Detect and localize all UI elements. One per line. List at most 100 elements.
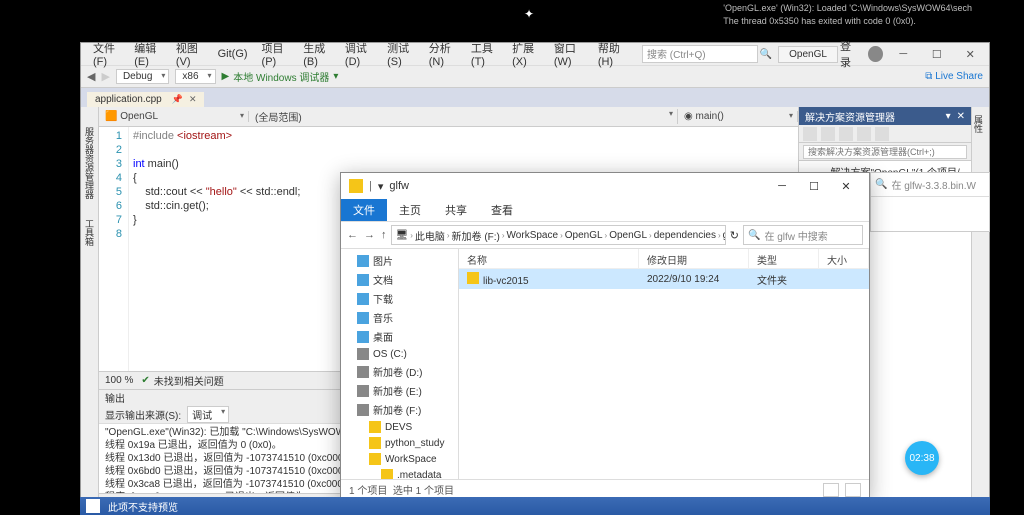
- menu-help[interactable]: 帮助(H): [592, 38, 632, 70]
- run-button[interactable]: 本地 Windows 调试器 ▾: [222, 69, 339, 84]
- output-from-dropdown[interactable]: 调试: [187, 406, 229, 423]
- login-link[interactable]: 登录: [840, 38, 860, 70]
- refresh-icon[interactable]: ↻: [730, 229, 739, 242]
- view-large-icon[interactable]: [845, 483, 861, 497]
- live-share-button[interactable]: ⧉ Live Share: [925, 71, 983, 82]
- close-button[interactable]: ✕: [958, 45, 983, 63]
- nav-item[interactable]: 文档: [343, 270, 456, 289]
- config-dropdown[interactable]: Debug: [116, 69, 169, 84]
- se-refresh-icon[interactable]: [821, 127, 835, 141]
- debug-console: 'OpenGL.exe' (Win32): Loaded 'C:\Windows…: [723, 2, 972, 28]
- explorer-ribbon: 文件 主页 共享 查看: [341, 199, 869, 221]
- explorer-addressbar: ← → ↑ 🖥›此电脑›新加卷 (F:)›WorkSpace›OpenGL›Op…: [341, 221, 869, 249]
- se-search-input[interactable]: [803, 145, 967, 159]
- explorer-nav-tree[interactable]: 图片文档下载音乐桌面OS (C:)新加卷 (D:)新加卷 (E:)新加卷 (F:…: [341, 249, 459, 479]
- ribbon-home[interactable]: 主页: [387, 199, 433, 221]
- se-props-icon[interactable]: [875, 127, 889, 141]
- nav-item[interactable]: DEVS: [343, 419, 456, 435]
- nav-item[interactable]: python_study: [343, 435, 456, 451]
- avatar[interactable]: [868, 46, 883, 62]
- nav-item[interactable]: WorkSpace: [343, 451, 456, 467]
- se-home-icon[interactable]: [803, 127, 817, 141]
- table-row[interactable]: lib-vc20152022/9/10 19:24文件夹: [459, 269, 869, 289]
- close-icon[interactable]: ✕: [189, 94, 197, 105]
- menu-git[interactable]: Git(G): [212, 46, 254, 62]
- ok-icon: ✔: [141, 375, 149, 386]
- view-details-icon[interactable]: [823, 483, 839, 497]
- menu-project[interactable]: 项目(P): [256, 38, 296, 70]
- editor-nav: 🟧 OpenGL (全局范围) ◉ main(): [99, 107, 798, 127]
- nav-item[interactable]: OS (C:): [343, 346, 456, 362]
- nav-item[interactable]: 新加卷 (D:): [343, 362, 456, 381]
- max-button[interactable]: ☐: [799, 176, 829, 196]
- vtab-toolbox[interactable]: 工具箱: [83, 219, 96, 246]
- timer-badge[interactable]: 02:38: [905, 441, 939, 475]
- menu-window[interactable]: 窗口(W): [548, 38, 590, 70]
- file-explorer-window: | ▾ glfw ─ ☐ ✕ 文件 主页 共享 查看 ← → ↑ 🖥›此电脑›新…: [340, 172, 870, 500]
- se-close-icon[interactable]: ✕: [957, 111, 965, 122]
- back-icon[interactable]: ←: [347, 229, 358, 241]
- menu-edit[interactable]: 编辑(E): [128, 38, 168, 70]
- nav-item[interactable]: 新加卷 (E:): [343, 381, 456, 400]
- se-sync-icon[interactable]: [839, 127, 853, 141]
- nav-item[interactable]: 桌面: [343, 327, 456, 346]
- explorer-titlebar: | ▾ glfw ─ ☐ ✕: [341, 173, 869, 199]
- pin-icon[interactable]: 📌: [172, 94, 183, 105]
- menu-file[interactable]: 文件(F): [87, 38, 126, 70]
- app-logo: ✦: [495, 2, 563, 26]
- right-tool-tabs: 属性: [971, 107, 989, 511]
- search-input[interactable]: 搜索 (Ctrl+Q): [642, 45, 758, 63]
- windows-icon[interactable]: [86, 499, 100, 513]
- vtab-server-explorer[interactable]: 服务器资源管理器: [83, 127, 96, 199]
- fwd-icon[interactable]: ▶: [101, 70, 109, 83]
- nav-item[interactable]: 新加卷 (F:): [343, 400, 456, 419]
- output-from-label: 显示输出来源(S):: [105, 407, 181, 422]
- menu-view[interactable]: 视图(V): [170, 38, 210, 70]
- nav-item[interactable]: .metadata: [343, 467, 456, 479]
- tab-application-cpp[interactable]: application.cpp 📌 ✕: [87, 92, 204, 107]
- nav-item[interactable]: 音乐: [343, 308, 456, 327]
- explorer-title: glfw: [389, 180, 409, 192]
- vtab-properties[interactable]: 属性: [972, 107, 985, 133]
- ribbon-view[interactable]: 查看: [479, 199, 525, 221]
- fwd-icon[interactable]: →: [364, 229, 375, 241]
- menu-analyze[interactable]: 分析(N): [423, 38, 463, 70]
- ribbon-share[interactable]: 共享: [433, 199, 479, 221]
- side-search-placeholder[interactable]: 在 glfw-3.3.8.bin.W: [891, 177, 975, 192]
- menu-tools[interactable]: 工具(T): [465, 38, 504, 70]
- explorer-search[interactable]: 🔍 在 glfw 中搜索: [743, 225, 863, 245]
- scope-dropdown[interactable]: 🟧 OpenGL: [99, 111, 249, 122]
- side-explorer-window: 🔍 在 glfw-3.3.8.bin.W: [870, 172, 990, 232]
- func-dropdown[interactable]: ◉ main(): [678, 111, 798, 122]
- se-toolbar: [799, 125, 971, 143]
- taskbar-preview-label: 此项不支持预览: [108, 499, 178, 514]
- max-button[interactable]: ☐: [924, 45, 949, 63]
- member-dropdown[interactable]: (全局范围): [249, 109, 678, 124]
- menu-extensions[interactable]: 扩展(X): [506, 38, 546, 70]
- up-icon[interactable]: ↑: [381, 229, 387, 241]
- se-collapse-icon[interactable]: [857, 127, 871, 141]
- taskbar[interactable]: 此项不支持预览: [80, 497, 990, 515]
- no-issues-label: 未找到相关问题: [154, 373, 224, 388]
- nav-item[interactable]: 图片: [343, 251, 456, 270]
- se-dropdown-icon[interactable]: ▾: [946, 111, 951, 122]
- search-icon: 🔍: [760, 49, 772, 60]
- explorer-statusbar: 1 个项目 选中 1 个项目: [341, 479, 869, 499]
- min-button[interactable]: ─: [767, 176, 797, 196]
- solution-combo[interactable]: OpenGL: [778, 46, 838, 63]
- ribbon-file[interactable]: 文件: [341, 199, 387, 221]
- menu-build[interactable]: 生成(B): [297, 38, 337, 70]
- platform-dropdown[interactable]: x86: [175, 69, 215, 84]
- left-tool-tabs: 服务器资源管理器 工具箱: [81, 107, 99, 511]
- zoom-pct[interactable]: 100 %: [105, 375, 133, 386]
- menu-debug[interactable]: 调试(D): [339, 38, 379, 70]
- folder-icon: [349, 179, 363, 193]
- explorer-file-list[interactable]: 名称修改日期类型大小 lib-vc20152022/9/10 19:24文件夹: [459, 249, 869, 479]
- nav-item[interactable]: 下载: [343, 289, 456, 308]
- back-icon[interactable]: ◀: [87, 70, 95, 83]
- min-button[interactable]: ─: [891, 45, 916, 63]
- breadcrumb[interactable]: 🖥›此电脑›新加卷 (F:)›WorkSpace›OpenGL›OpenGL›d…: [391, 225, 726, 245]
- close-button[interactable]: ✕: [831, 176, 861, 196]
- search-icon: 🔍: [875, 179, 887, 190]
- menu-test[interactable]: 测试(S): [381, 38, 421, 70]
